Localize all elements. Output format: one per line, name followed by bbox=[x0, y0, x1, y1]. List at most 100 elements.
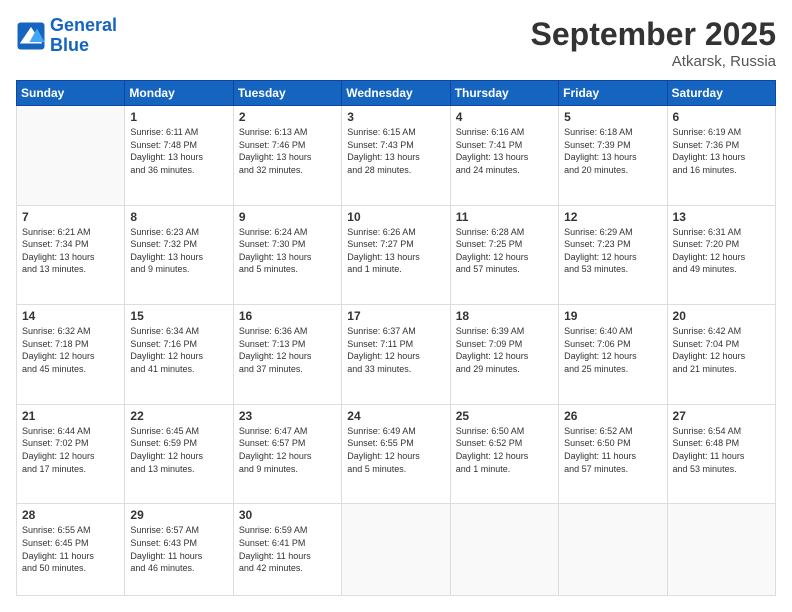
day-number: 18 bbox=[456, 309, 553, 323]
logo: General Blue bbox=[16, 16, 117, 56]
day-number: 8 bbox=[130, 210, 227, 224]
day-info: Sunrise: 6:18 AM Sunset: 7:39 PM Dayligh… bbox=[564, 126, 661, 176]
day-number: 20 bbox=[673, 309, 770, 323]
calendar-cell: 12 Sunrise: 6:29 AM Sunset: 7:23 PM Dayli… bbox=[559, 205, 667, 305]
calendar-cell: 21 Sunrise: 6:44 AM Sunset: 7:02 PM Dayli… bbox=[17, 404, 125, 504]
location: Atkarsk, Russia bbox=[531, 53, 776, 70]
weekday-header-thursday: Thursday bbox=[450, 81, 558, 106]
weekday-header-row: SundayMondayTuesdayWednesdayThursdayFrid… bbox=[17, 81, 776, 106]
day-info: Sunrise: 6:50 AM Sunset: 6:52 PM Dayligh… bbox=[456, 425, 553, 475]
calendar-cell: 25 Sunrise: 6:50 AM Sunset: 6:52 PM Dayli… bbox=[450, 404, 558, 504]
day-number: 6 bbox=[673, 110, 770, 124]
day-info: Sunrise: 6:28 AM Sunset: 7:25 PM Dayligh… bbox=[456, 226, 553, 276]
calendar-cell: 29 Sunrise: 6:57 AM Sunset: 6:43 PM Dayli… bbox=[125, 504, 233, 596]
day-number: 4 bbox=[456, 110, 553, 124]
day-info: Sunrise: 6:29 AM Sunset: 7:23 PM Dayligh… bbox=[564, 226, 661, 276]
calendar-cell: 3 Sunrise: 6:15 AM Sunset: 7:43 PM Daylig… bbox=[342, 106, 450, 206]
calendar-cell: 4 Sunrise: 6:16 AM Sunset: 7:41 PM Daylig… bbox=[450, 106, 558, 206]
day-number: 21 bbox=[22, 409, 119, 423]
calendar-cell bbox=[17, 106, 125, 206]
day-info: Sunrise: 6:54 AM Sunset: 6:48 PM Dayligh… bbox=[673, 425, 770, 475]
day-info: Sunrise: 6:11 AM Sunset: 7:48 PM Dayligh… bbox=[130, 126, 227, 176]
calendar-cell: 1 Sunrise: 6:11 AM Sunset: 7:48 PM Daylig… bbox=[125, 106, 233, 206]
day-number: 28 bbox=[22, 508, 119, 522]
day-info: Sunrise: 6:19 AM Sunset: 7:36 PM Dayligh… bbox=[673, 126, 770, 176]
day-info: Sunrise: 6:40 AM Sunset: 7:06 PM Dayligh… bbox=[564, 325, 661, 375]
weekday-header-friday: Friday bbox=[559, 81, 667, 106]
week-row-1: 1 Sunrise: 6:11 AM Sunset: 7:48 PM Daylig… bbox=[17, 106, 776, 206]
week-row-3: 14 Sunrise: 6:32 AM Sunset: 7:18 PM Dayli… bbox=[17, 305, 776, 405]
calendar-cell: 27 Sunrise: 6:54 AM Sunset: 6:48 PM Dayli… bbox=[667, 404, 775, 504]
day-info: Sunrise: 6:37 AM Sunset: 7:11 PM Dayligh… bbox=[347, 325, 444, 375]
day-info: Sunrise: 6:36 AM Sunset: 7:13 PM Dayligh… bbox=[239, 325, 336, 375]
calendar-cell bbox=[667, 504, 775, 596]
calendar-cell: 23 Sunrise: 6:47 AM Sunset: 6:57 PM Dayli… bbox=[233, 404, 341, 504]
day-number: 27 bbox=[673, 409, 770, 423]
day-number: 7 bbox=[22, 210, 119, 224]
day-info: Sunrise: 6:52 AM Sunset: 6:50 PM Dayligh… bbox=[564, 425, 661, 475]
day-number: 19 bbox=[564, 309, 661, 323]
calendar-cell: 24Sunrise: 6:49 AM Sunset: 6:55 PM Dayli… bbox=[342, 404, 450, 504]
calendar-cell: 18 Sunrise: 6:39 AM Sunset: 7:09 PM Dayli… bbox=[450, 305, 558, 405]
day-info: Sunrise: 6:24 AM Sunset: 7:30 PM Dayligh… bbox=[239, 226, 336, 276]
day-number: 5 bbox=[564, 110, 661, 124]
day-number: 13 bbox=[673, 210, 770, 224]
page: General Blue September 2025 Atkarsk, Rus… bbox=[0, 0, 792, 612]
day-number: 12 bbox=[564, 210, 661, 224]
day-number: 3 bbox=[347, 110, 444, 124]
day-info: Sunrise: 6:26 AM Sunset: 7:27 PM Dayligh… bbox=[347, 226, 444, 276]
day-number: 9 bbox=[239, 210, 336, 224]
day-number: 14 bbox=[22, 309, 119, 323]
calendar: SundayMondayTuesdayWednesdayThursdayFrid… bbox=[16, 80, 776, 596]
calendar-cell: 20Sunrise: 6:42 AM Sunset: 7:04 PM Dayli… bbox=[667, 305, 775, 405]
calendar-cell bbox=[559, 504, 667, 596]
day-info: Sunrise: 6:13 AM Sunset: 7:46 PM Dayligh… bbox=[239, 126, 336, 176]
week-row-2: 7 Sunrise: 6:21 AM Sunset: 7:34 PM Daylig… bbox=[17, 205, 776, 305]
weekday-header-sunday: Sunday bbox=[17, 81, 125, 106]
day-info: Sunrise: 6:15 AM Sunset: 7:43 PM Dayligh… bbox=[347, 126, 444, 176]
calendar-cell: 10 Sunrise: 6:26 AM Sunset: 7:27 PM Dayli… bbox=[342, 205, 450, 305]
month-title: September 2025 bbox=[531, 16, 776, 53]
calendar-cell bbox=[450, 504, 558, 596]
day-number: 29 bbox=[130, 508, 227, 522]
day-number: 15 bbox=[130, 309, 227, 323]
day-info: Sunrise: 6:31 AM Sunset: 7:20 PM Dayligh… bbox=[673, 226, 770, 276]
day-number: 23 bbox=[239, 409, 336, 423]
day-info: Sunrise: 6:21 AM Sunset: 7:34 PM Dayligh… bbox=[22, 226, 119, 276]
calendar-cell: 22Sunrise: 6:45 AM Sunset: 6:59 PM Dayli… bbox=[125, 404, 233, 504]
calendar-cell: 8Sunrise: 6:23 AM Sunset: 7:32 PM Daylig… bbox=[125, 205, 233, 305]
calendar-cell: 15Sunrise: 6:34 AM Sunset: 7:16 PM Dayli… bbox=[125, 305, 233, 405]
header: General Blue September 2025 Atkarsk, Rus… bbox=[16, 16, 776, 70]
calendar-cell: 5 Sunrise: 6:18 AM Sunset: 7:39 PM Daylig… bbox=[559, 106, 667, 206]
day-number: 26 bbox=[564, 409, 661, 423]
day-info: Sunrise: 6:59 AM Sunset: 6:41 PM Dayligh… bbox=[239, 524, 336, 574]
logo-icon bbox=[16, 21, 46, 51]
calendar-cell: 9 Sunrise: 6:24 AM Sunset: 7:30 PM Daylig… bbox=[233, 205, 341, 305]
day-number: 24 bbox=[347, 409, 444, 423]
calendar-cell: 11Sunrise: 6:28 AM Sunset: 7:25 PM Dayli… bbox=[450, 205, 558, 305]
title-area: September 2025 Atkarsk, Russia bbox=[531, 16, 776, 70]
day-info: Sunrise: 6:55 AM Sunset: 6:45 PM Dayligh… bbox=[22, 524, 119, 574]
day-number: 30 bbox=[239, 508, 336, 522]
logo-text: General Blue bbox=[50, 16, 117, 56]
day-number: 25 bbox=[456, 409, 553, 423]
day-info: Sunrise: 6:39 AM Sunset: 7:09 PM Dayligh… bbox=[456, 325, 553, 375]
day-info: Sunrise: 6:47 AM Sunset: 6:57 PM Dayligh… bbox=[239, 425, 336, 475]
day-info: Sunrise: 6:32 AM Sunset: 7:18 PM Dayligh… bbox=[22, 325, 119, 375]
day-number: 1 bbox=[130, 110, 227, 124]
weekday-header-tuesday: Tuesday bbox=[233, 81, 341, 106]
day-number: 10 bbox=[347, 210, 444, 224]
week-row-5: 28 Sunrise: 6:55 AM Sunset: 6:45 PM Dayli… bbox=[17, 504, 776, 596]
calendar-cell: 26 Sunrise: 6:52 AM Sunset: 6:50 PM Dayli… bbox=[559, 404, 667, 504]
weekday-header-monday: Monday bbox=[125, 81, 233, 106]
day-info: Sunrise: 6:16 AM Sunset: 7:41 PM Dayligh… bbox=[456, 126, 553, 176]
day-info: Sunrise: 6:57 AM Sunset: 6:43 PM Dayligh… bbox=[130, 524, 227, 574]
calendar-cell: 7 Sunrise: 6:21 AM Sunset: 7:34 PM Daylig… bbox=[17, 205, 125, 305]
weekday-header-saturday: Saturday bbox=[667, 81, 775, 106]
calendar-cell: 30 Sunrise: 6:59 AM Sunset: 6:41 PM Dayli… bbox=[233, 504, 341, 596]
day-number: 2 bbox=[239, 110, 336, 124]
day-number: 16 bbox=[239, 309, 336, 323]
calendar-cell: 14 Sunrise: 6:32 AM Sunset: 7:18 PM Dayli… bbox=[17, 305, 125, 405]
calendar-cell: 17Sunrise: 6:37 AM Sunset: 7:11 PM Dayli… bbox=[342, 305, 450, 405]
day-info: Sunrise: 6:44 AM Sunset: 7:02 PM Dayligh… bbox=[22, 425, 119, 475]
